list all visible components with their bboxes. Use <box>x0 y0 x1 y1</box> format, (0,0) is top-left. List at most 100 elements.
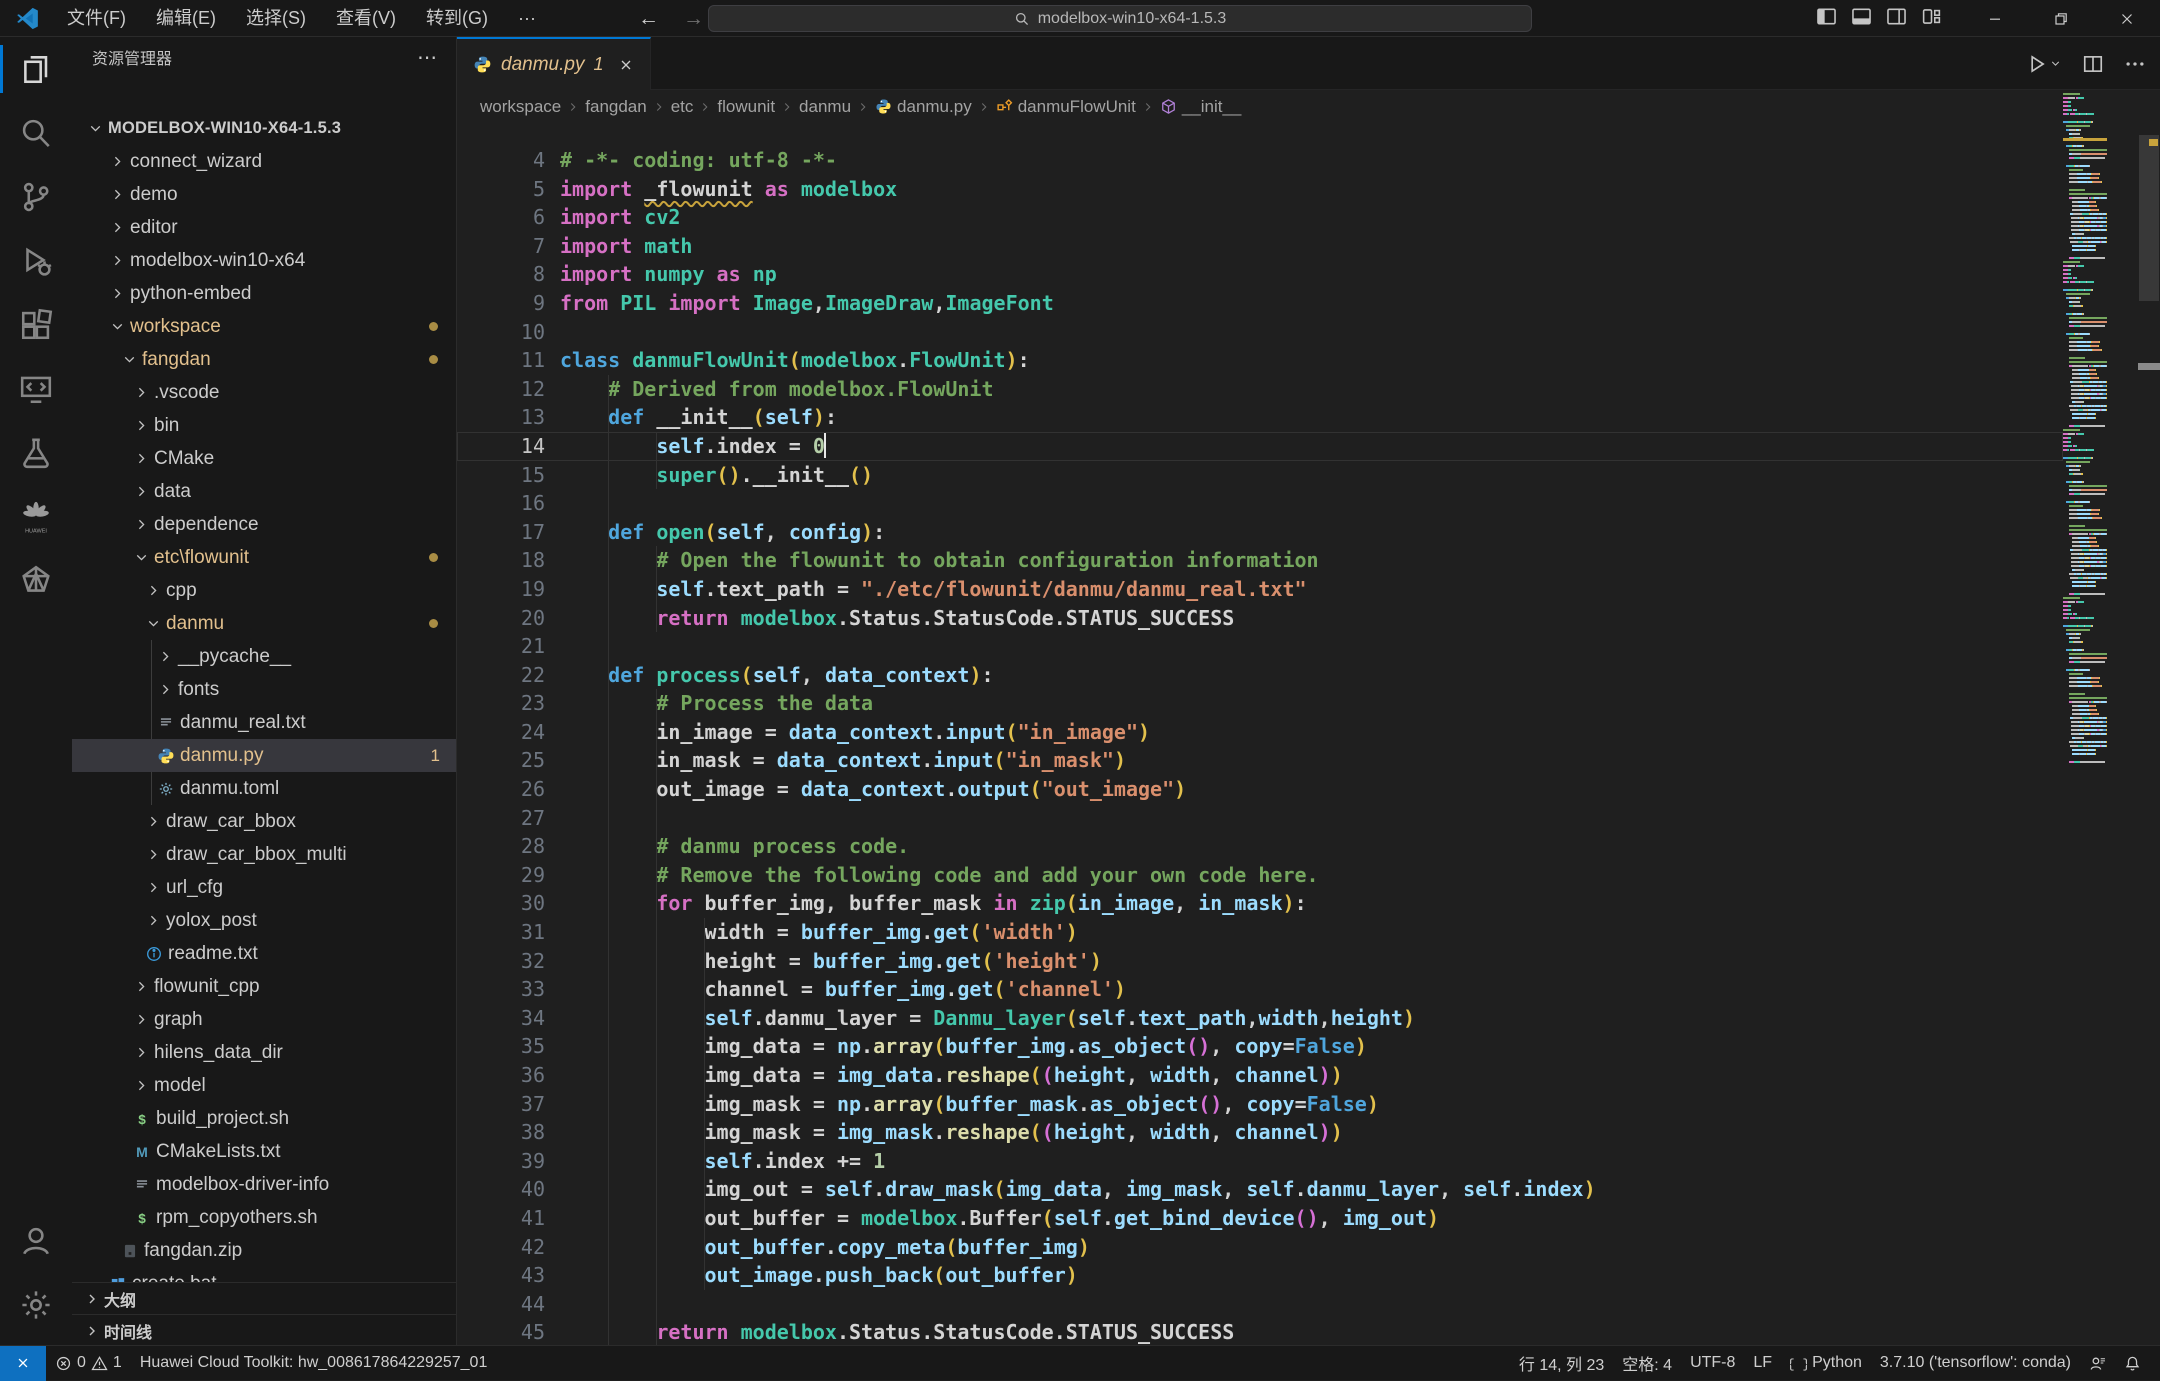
split-editor-button[interactable] <box>2082 53 2104 75</box>
timeline-section[interactable]: 时间线 <box>72 1314 456 1345</box>
code-line-12[interactable]: 12 # Derived from modelbox.FlowUnit <box>457 375 2063 404</box>
code-line-8[interactable]: 8import numpy as np <box>457 260 2063 289</box>
activity-modelarts[interactable] <box>0 549 72 613</box>
status-remote-indicator[interactable] <box>0 1346 46 1381</box>
code-line-7[interactable]: 7import math <box>457 232 2063 261</box>
tree-item-cpp[interactable]: cpp <box>72 574 456 607</box>
close-window-button[interactable] <box>2094 0 2160 37</box>
menu-file[interactable]: 文件(F) <box>52 0 141 37</box>
toggle-secondary-sidebar-button[interactable] <box>1886 6 1907 32</box>
status-encoding[interactable]: UTF-8 <box>1681 1346 1744 1381</box>
code-line-17[interactable]: 17 def open(self, config): <box>457 518 2063 547</box>
status-python-interpreter[interactable]: 3.7.10 ('tensorflow': conda) <box>1871 1346 2080 1381</box>
tree-item-build-project-sh[interactable]: $build_project.sh <box>72 1102 456 1135</box>
tree-item--pycache-[interactable]: __pycache__ <box>72 640 456 673</box>
code-line-43[interactable]: 43 out_image.push_back(out_buffer) <box>457 1261 2063 1290</box>
code-line-32[interactable]: 32 height = buffer_img.get('height') <box>457 947 2063 976</box>
breadcrumb-danmu-py[interactable]: danmu.py <box>872 97 975 117</box>
activity-source-control[interactable] <box>0 165 72 229</box>
menu-view[interactable]: 查看(V) <box>321 0 411 37</box>
code-line-44[interactable]: 44 <box>457 1290 2063 1319</box>
menu-selection[interactable]: 选择(S) <box>231 0 321 37</box>
tree-item-readme-txt[interactable]: readme.txt <box>72 937 456 970</box>
tree-item-modelbox-win10-x64-1-5-3[interactable]: MODELBOX-WIN10-X64-1.5.3 <box>72 112 456 145</box>
tree-item-fonts[interactable]: fonts <box>72 673 456 706</box>
code-line-6[interactable]: 6import cv2 <box>457 203 2063 232</box>
code-line-34[interactable]: 34 self.danmu_layer = Danmu_layer(self.t… <box>457 1004 2063 1033</box>
menu-overflow[interactable]: ··· <box>503 0 551 37</box>
code-line-42[interactable]: 42 out_buffer.copy_meta(buffer_img) <box>457 1233 2063 1262</box>
tree-item-yolox-post[interactable]: yolox_post <box>72 904 456 937</box>
minimap[interactable] <box>2063 92 2107 1345</box>
code-line-19[interactable]: 19 self.text_path = "./etc/flowunit/danm… <box>457 575 2063 604</box>
code-area[interactable]: 4# -*- coding: utf-8 -*-5import _flowuni… <box>457 146 2063 1347</box>
tree-item-fangdan-zip[interactable]: fangdan.zip <box>72 1234 456 1267</box>
code-line-40[interactable]: 40 img_out = self.draw_mask(img_data, im… <box>457 1175 2063 1204</box>
activity-search[interactable] <box>0 101 72 165</box>
tree-item-danmu-py[interactable]: danmu.py1 <box>72 739 456 772</box>
code-line-20[interactable]: 20 return modelbox.Status.StatusCode.STA… <box>457 604 2063 633</box>
nav-forward-icon[interactable]: → <box>683 7 704 31</box>
tree-item-hilens-data-dir[interactable]: hilens_data_dir <box>72 1036 456 1069</box>
breadcrumb--init-[interactable]: __init__ <box>1157 97 1245 117</box>
code-line-30[interactable]: 30 for buffer_img, buffer_mask in zip(in… <box>457 889 2063 918</box>
code-line-26[interactable]: 26 out_image = data_context.output("out_… <box>457 775 2063 804</box>
tree-item-cmake[interactable]: CMake <box>72 442 456 475</box>
code-line-11[interactable]: 11class danmuFlowUnit(modelbox.FlowUnit)… <box>457 346 2063 375</box>
status-language-mode[interactable]: { }Python <box>1781 1346 1871 1381</box>
code-line-9[interactable]: 9from PIL import Image,ImageDraw,ImageFo… <box>457 289 2063 318</box>
code-line-28[interactable]: 28 # danmu process code. <box>457 832 2063 861</box>
minimize-button[interactable] <box>1962 0 2028 37</box>
status-feedback[interactable] <box>2080 1346 2115 1381</box>
code-line-10[interactable]: 10 <box>457 318 2063 347</box>
tree-item-modelbox-win10-x64[interactable]: modelbox-win10-x64 <box>72 244 456 277</box>
code-line-21[interactable]: 21 <box>457 632 2063 661</box>
code-line-24[interactable]: 24 in_image = data_context.input("in_ima… <box>457 718 2063 747</box>
status-problems[interactable]: 01 <box>46 1346 131 1381</box>
code-line-39[interactable]: 39 self.index += 1 <box>457 1147 2063 1176</box>
code-line-5[interactable]: 5import _flowunit as modelbox <box>457 175 2063 204</box>
code-line-27[interactable]: 27 <box>457 804 2063 833</box>
activity-account[interactable] <box>0 1209 72 1273</box>
toggle-panel-button[interactable] <box>1851 6 1872 32</box>
tree-item-flowunit-cpp[interactable]: flowunit_cpp <box>72 970 456 1003</box>
tree-item-workspace[interactable]: workspace <box>72 310 456 343</box>
menu-go[interactable]: 转到(G) <box>411 0 503 37</box>
breadcrumb-danmu[interactable]: danmu <box>796 97 854 117</box>
breadcrumb-flowunit[interactable]: flowunit <box>714 97 778 117</box>
restore-button[interactable] <box>2028 0 2094 37</box>
tree-item-draw-car-bbox[interactable]: draw_car_bbox <box>72 805 456 838</box>
activity-remote-explorer[interactable] <box>0 357 72 421</box>
code-line-35[interactable]: 35 img_data = np.array(buffer_img.as_obj… <box>457 1032 2063 1061</box>
activity-huawei-toolkit[interactable]: HUAWEI <box>0 485 72 549</box>
tree-item-etc-flowunit[interactable]: etc\flowunit <box>72 541 456 574</box>
activity-run-debug[interactable] <box>0 229 72 293</box>
nav-back-icon[interactable]: ← <box>638 7 659 31</box>
close-tab-icon[interactable] <box>618 57 634 73</box>
activity-extensions[interactable] <box>0 293 72 357</box>
code-line-23[interactable]: 23 # Process the data <box>457 689 2063 718</box>
tree-item-fangdan[interactable]: fangdan <box>72 343 456 376</box>
code-line-22[interactable]: 22 def process(self, data_context): <box>457 661 2063 690</box>
activity-settings[interactable] <box>0 1273 72 1337</box>
status-notifications[interactable] <box>2115 1346 2150 1381</box>
command-center-search[interactable]: modelbox-win10-x64-1.5.3 <box>708 5 1532 32</box>
tree-item-graph[interactable]: graph <box>72 1003 456 1036</box>
tree-item-draw-car-bbox-multi[interactable]: draw_car_bbox_multi <box>72 838 456 871</box>
scrollbar-slider[interactable] <box>2139 135 2159 301</box>
toggle-primary-sidebar-button[interactable] <box>1816 6 1837 32</box>
tree-item-create-bat[interactable]: create.bat <box>72 1267 456 1282</box>
customize-layout-button[interactable] <box>1921 6 1942 32</box>
tree-item-bin[interactable]: bin <box>72 409 456 442</box>
tree-item-modelbox-driver-info[interactable]: modelbox-driver-info <box>72 1168 456 1201</box>
tree-item-python-embed[interactable]: python-embed <box>72 277 456 310</box>
tree-item-connect-wizard[interactable]: connect_wizard <box>72 145 456 178</box>
code-line-36[interactable]: 36 img_data = img_data.reshape((height, … <box>457 1061 2063 1090</box>
tree-item-danmu-real-txt[interactable]: danmu_real.txt <box>72 706 456 739</box>
code-line-38[interactable]: 38 img_mask = img_mask.reshape((height, … <box>457 1118 2063 1147</box>
tab-danmu-py[interactable]: danmu.py 1 <box>457 37 651 90</box>
code-line-29[interactable]: 29 # Remove the following code and add y… <box>457 861 2063 890</box>
tree-item-danmu-toml[interactable]: danmu.toml <box>72 772 456 805</box>
outline-section[interactable]: 大纲 <box>72 1282 456 1314</box>
status-indentation[interactable]: 空格: 4 <box>1613 1346 1681 1381</box>
